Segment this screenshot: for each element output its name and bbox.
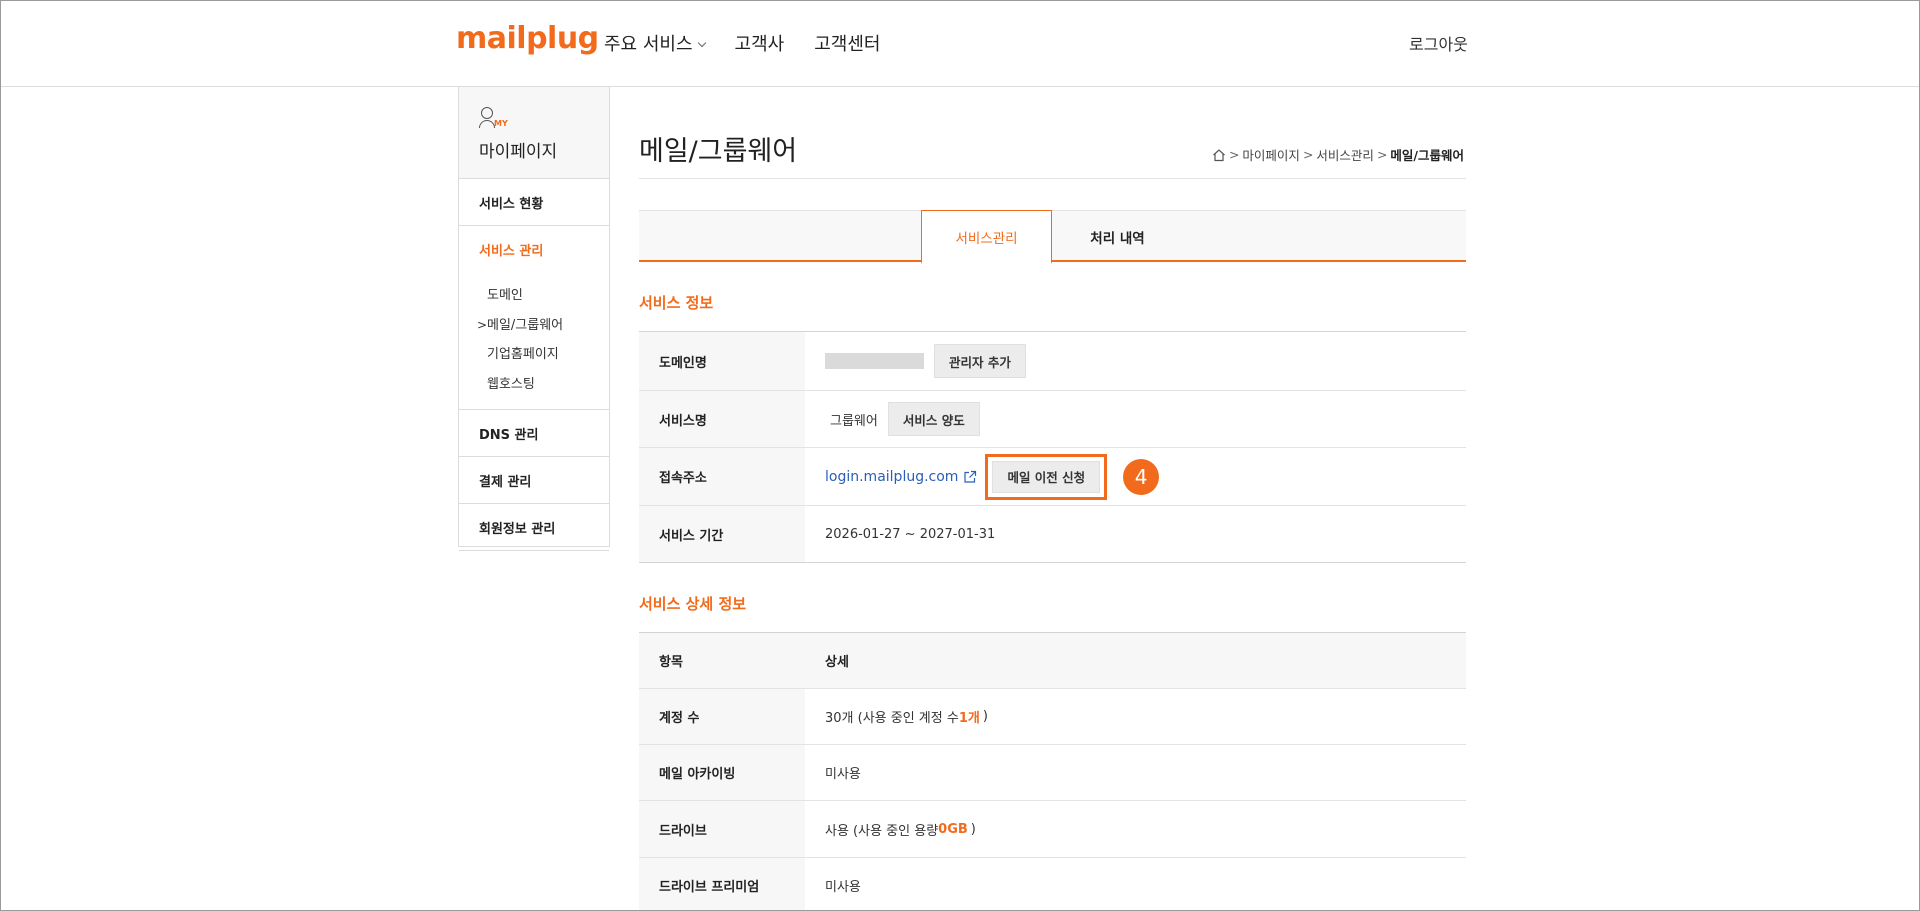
mailplug-logo[interactable]: mailplug — [456, 21, 599, 56]
sidebar-item-dns[interactable]: DNS 관리 — [459, 410, 609, 457]
row-label-drive-premium: 드라이브 프리미엄 — [639, 858, 805, 910]
col-header-item: 항목 — [639, 633, 805, 688]
sidebar-sub-homepage[interactable]: 기업홈페이지 — [479, 340, 609, 370]
breadcrumb: > 마이페이지 > 서비스관리 > 메일/그룹웨어 — [1212, 145, 1464, 164]
row-value-address: login.mailplug.com 메일 이전 신청 4 — [805, 448, 1466, 505]
top-header: mailplug 주요 서비스 고객사 고객센터 로그아웃 — [1, 1, 1919, 87]
col-header-detail: 상세 — [805, 633, 1466, 688]
row-value-archiving: 미사용 — [825, 767, 861, 782]
title-divider — [639, 178, 1466, 179]
logout-link[interactable]: 로그아웃 — [1409, 31, 1468, 55]
sidebar-submenu: 도메인 메일/그룹웨어 기업홈페이지 웹호스팅 — [459, 273, 609, 410]
table-row: 메일 아카이빙 미사용 — [639, 745, 1466, 801]
table-header-row: 항목 상세 — [639, 633, 1466, 689]
table-row: 드라이브 사용 (사용 중인 용량 0GB ) — [639, 801, 1466, 858]
section-title-detail-info: 서비스 상세 정보 — [639, 595, 747, 613]
row-label-drive: 드라이브 — [639, 801, 805, 857]
home-icon[interactable] — [1212, 148, 1226, 162]
table-row: 서비스 기간 2026-01-27 ~ 2027-01-31 — [639, 506, 1466, 563]
row-value-domain: 관리자 추가 — [805, 332, 1466, 390]
external-link-icon — [964, 470, 977, 483]
row-value-period: 2026-01-27 ~ 2027-01-31 — [825, 526, 996, 542]
step-badge: 4 — [1123, 458, 1160, 495]
login-address-link[interactable]: login.mailplug.com — [825, 469, 977, 485]
highlight-box: 메일 이전 신청 — [985, 453, 1108, 500]
row-value-service: 그룹웨어 서비스 양도 — [805, 391, 1466, 447]
accounts-close: ) — [982, 709, 988, 724]
breadcrumb-sep: > — [1228, 147, 1240, 162]
sidebar-header: MY 마이페이지 — [459, 87, 609, 179]
breadcrumb-mypage[interactable]: 마이페이지 — [1242, 145, 1300, 164]
table-row: 계정 수 30개 (사용 중인 계정 수 1개 ) — [639, 689, 1466, 745]
chevron-down-icon — [697, 38, 706, 48]
breadcrumb-current: 메일/그룹웨어 — [1390, 148, 1464, 163]
my-page-icon: MY — [479, 107, 509, 133]
table-row: 드라이브 프리미엄 미사용 — [639, 858, 1466, 910]
add-admin-button[interactable]: 관리자 추가 — [934, 344, 1026, 378]
sidebar-sub-webhosting[interactable]: 웹호스팅 — [479, 370, 609, 400]
tab-bar: 서비스관리 처리 내역 — [639, 210, 1466, 264]
row-label-service: 서비스명 — [639, 391, 805, 447]
drive-text: 사용 (사용 중인 용량 — [825, 823, 939, 839]
row-label-domain: 도메인명 — [639, 332, 805, 390]
table-row: 서비스명 그룹웨어 서비스 양도 — [639, 391, 1466, 448]
accounts-text: 30개 (사용 중인 계정 수 — [825, 711, 959, 726]
drive-used-size: 0GB — [938, 821, 968, 837]
tab-service-manage[interactable]: 서비스관리 — [921, 210, 1052, 264]
login-address-text: login.mailplug.com — [825, 468, 959, 485]
nav-main-services[interactable]: 주요 서비스 — [604, 30, 706, 56]
detail-info-table: 항목 상세 계정 수 30개 (사용 중인 계정 수 1개 ) 메일 아카이빙 … — [639, 632, 1466, 910]
sidebar: MY 마이페이지 서비스 현황 서비스 관리 도메인 메일/그룹웨어 기업홈페이… — [458, 87, 610, 551]
breadcrumb-sep: > — [1376, 147, 1388, 162]
sidebar-sub-mail-groupware[interactable]: 메일/그룹웨어 — [477, 311, 609, 341]
sidebar-item-service-status[interactable]: 서비스 현황 — [459, 179, 609, 226]
service-name-value: 그룹웨어 — [830, 413, 878, 429]
page-title: 메일/그룹웨어 — [639, 136, 798, 167]
row-value-accounts: 30개 (사용 중인 계정 수 1개 ) — [805, 689, 1466, 744]
sidebar-title: 마이페이지 — [479, 142, 558, 162]
section-title-service-info: 서비스 정보 — [639, 294, 714, 312]
accounts-used-count: 1개 — [958, 711, 980, 726]
nav-main-services-label: 주요 서비스 — [604, 34, 693, 55]
nav-clients[interactable]: 고객사 — [735, 30, 785, 56]
masked-domain-value — [825, 353, 924, 369]
breadcrumb-sep: > — [1302, 147, 1314, 162]
row-label-period: 서비스 기간 — [639, 506, 805, 562]
sidebar-item-service-manage[interactable]: 서비스 관리 — [459, 226, 609, 273]
breadcrumb-service-manage[interactable]: 서비스관리 — [1316, 145, 1374, 164]
global-nav: 주요 서비스 고객사 고객센터 — [604, 30, 880, 56]
row-label-archiving: 메일 아카이빙 — [639, 745, 805, 800]
sidebar-sub-domain[interactable]: 도메인 — [479, 281, 609, 311]
page-frame: mailplug 주요 서비스 고객사 고객센터 로그아웃 MY 마이페이지 서… — [0, 0, 1920, 911]
table-row: 접속주소 login.mailplug.com 메일 이전 신청 4 — [639, 448, 1466, 506]
sidebar-item-payment[interactable]: 결제 관리 — [459, 457, 609, 504]
row-value-drive-premium: 미사용 — [825, 880, 861, 895]
table-row: 도메인명 관리자 추가 — [639, 332, 1466, 391]
transfer-service-button[interactable]: 서비스 양도 — [887, 402, 980, 436]
service-info-table: 도메인명 관리자 추가 서비스명 그룹웨어 서비스 양도 접속주소 login.… — [639, 331, 1466, 563]
my-badge: MY — [494, 119, 508, 128]
tab-history[interactable]: 처리 내역 — [1052, 210, 1183, 264]
nav-support[interactable]: 고객센터 — [814, 30, 880, 56]
row-value-drive: 사용 (사용 중인 용량 0GB ) — [805, 801, 1466, 857]
drive-close: ) — [970, 821, 976, 837]
mail-migration-button[interactable]: 메일 이전 신청 — [992, 460, 1101, 493]
sidebar-item-member[interactable]: 회원정보 관리 — [459, 504, 609, 551]
row-label-address: 접속주소 — [639, 448, 805, 505]
row-label-accounts: 계정 수 — [639, 689, 805, 744]
